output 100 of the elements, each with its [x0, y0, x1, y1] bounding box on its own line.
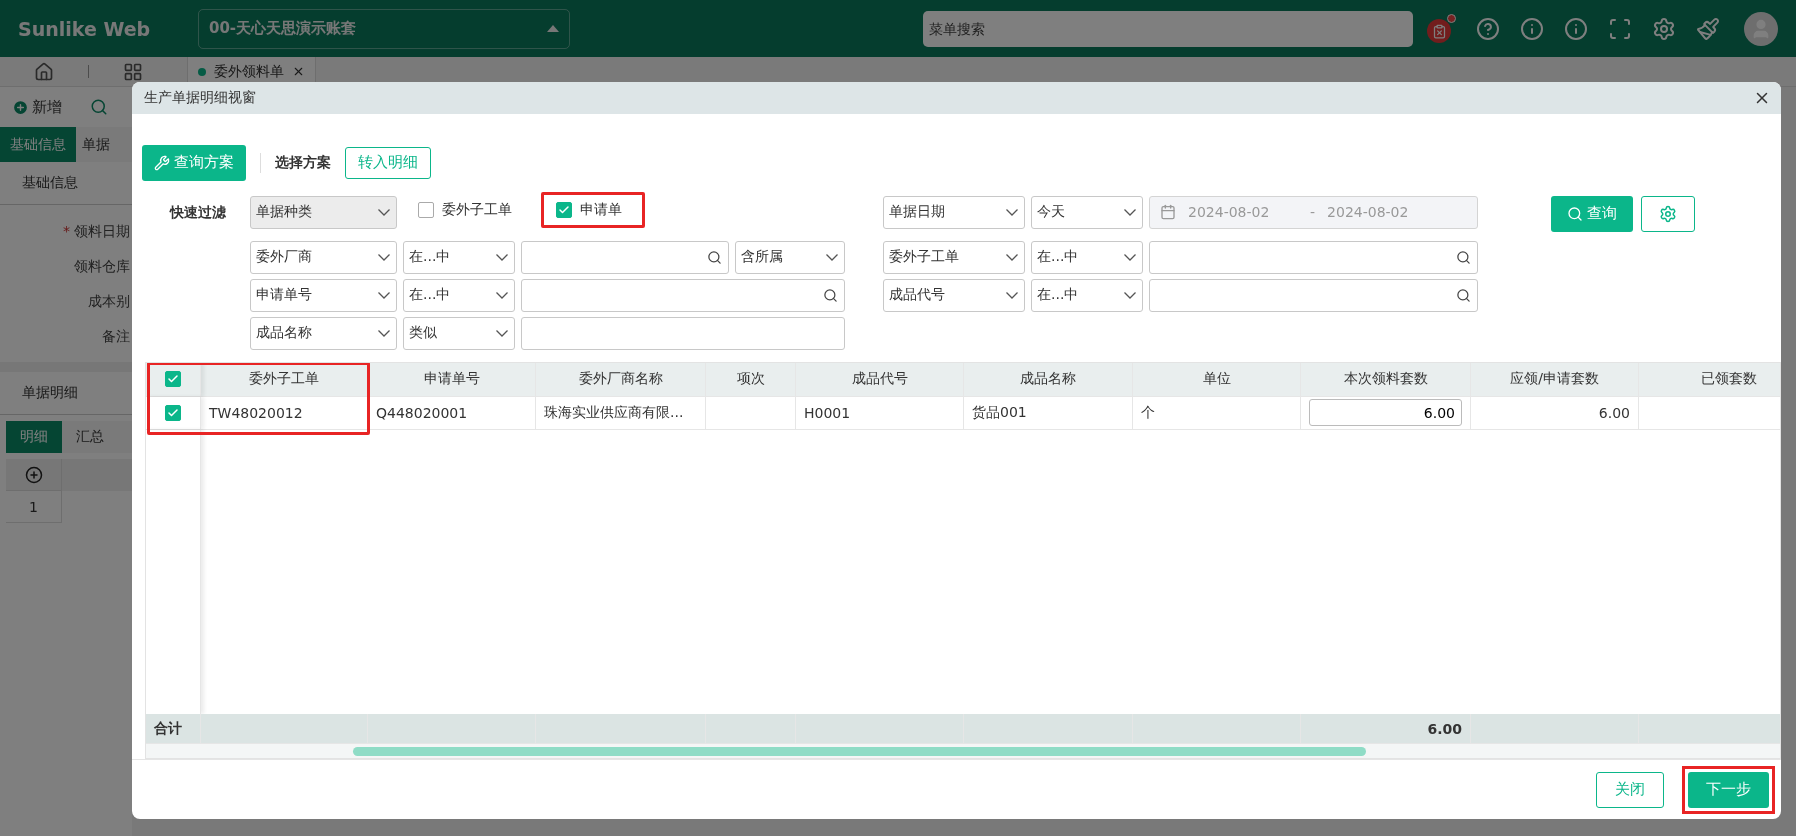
column-header[interactable]: 应领/申请套数 [1471, 362, 1639, 396]
date-to: 2024-08-02 [1327, 204, 1410, 221]
chevron-down-icon [1124, 253, 1136, 261]
search-icon [707, 249, 722, 265]
chevron-down-icon [1124, 291, 1136, 299]
check-icon [558, 203, 570, 216]
select-field[interactable]: 成品名称 [250, 316, 397, 350]
column-header[interactable]: 委外厂商名称 [536, 362, 706, 396]
row-number: 1 [6, 491, 62, 523]
filter-label: 快速过滤 [168, 202, 227, 222]
date-separator: - [1310, 204, 1316, 221]
checkbox[interactable] [165, 371, 181, 388]
select-field[interactable]: 在...中 [1031, 278, 1143, 312]
chevron-down-icon [1006, 291, 1018, 299]
search-field[interactable] [1149, 240, 1478, 274]
settings-button[interactable] [1641, 195, 1695, 232]
search-field[interactable] [521, 240, 729, 274]
scrollbar-thumb[interactable] [353, 746, 1366, 756]
scheme-label: 选择方案 [275, 153, 331, 172]
search-icon [823, 287, 838, 303]
info-icon[interactable] [1520, 16, 1544, 41]
column-header[interactable]: 成品代号 [796, 362, 964, 396]
quantity-field[interactable]: 6.00 [1309, 399, 1462, 427]
select-field[interactable]: 在...中 [403, 240, 515, 274]
column-header[interactable]: 委外子工单 [201, 362, 368, 396]
select-field[interactable]: 委外子工单 [883, 240, 1025, 274]
search-field[interactable] [521, 278, 845, 312]
chevron-down-icon [1124, 208, 1136, 216]
search-icon [1567, 205, 1583, 222]
add-icon [12, 98, 29, 116]
table-cell: 货品001 [964, 396, 1133, 429]
search-field[interactable] [1149, 278, 1478, 312]
wrench-icon [154, 154, 170, 171]
fullscreen-icon[interactable] [1608, 16, 1632, 41]
clipboard-icon[interactable] [1427, 19, 1451, 43]
notification-dot [1447, 14, 1456, 23]
input-field[interactable] [521, 316, 845, 350]
field-label: 备注 [102, 328, 130, 346]
chevron-down-icon [378, 291, 390, 299]
select-field[interactable]: 在...中 [403, 278, 515, 312]
select-field[interactable]: 在...中 [1031, 240, 1143, 274]
add-button[interactable]: 新增 [12, 97, 62, 117]
chevron-down-icon [1006, 253, 1018, 261]
check-icon [167, 406, 179, 419]
close-icon[interactable] [292, 65, 305, 78]
total-cell: 6.00 [1301, 714, 1471, 744]
logo: Sunlike Web [18, 17, 152, 40]
add-row-icon[interactable] [24, 465, 43, 484]
status-dot-icon [198, 67, 206, 76]
select-field[interactable]: 委外厂商 [250, 240, 397, 274]
field-label: * 领料日期 [63, 223, 130, 241]
checkbox[interactable] [165, 404, 181, 421]
search-icon[interactable] [90, 98, 108, 116]
dialog-title: 生产单据明细视窗 [144, 88, 256, 107]
chevron-down-icon [378, 253, 390, 261]
chevron-down-icon [378, 208, 390, 216]
checkbox-option[interactable]: 委外子工单 [403, 191, 535, 228]
chevron-down-icon [496, 291, 508, 299]
field-label: 领料仓库 [74, 258, 130, 276]
table-cell: H0001 [796, 396, 964, 429]
select-field[interactable]: 申请单号 [250, 278, 397, 312]
search-icon [1456, 249, 1471, 265]
info-icon[interactable] [1564, 16, 1588, 41]
date-from: 2024-08-02 [1188, 204, 1271, 221]
chevron-down-icon [496, 253, 508, 261]
table-cell: 珠海实业供应商有限... [536, 396, 706, 429]
broom-icon[interactable] [1696, 16, 1720, 41]
table-cell: Q448020001 [368, 396, 536, 429]
checkbox[interactable] [418, 201, 434, 218]
column-header[interactable]: 单位 [1133, 362, 1301, 396]
help-icon[interactable] [1476, 16, 1500, 41]
home-icon[interactable] [34, 61, 54, 82]
chevron-down-icon [826, 253, 838, 261]
select-field[interactable]: 成品代号 [883, 278, 1025, 312]
grid-icon[interactable] [123, 61, 143, 82]
tab[interactable]: 汇总 [62, 421, 118, 453]
column-header[interactable]: 成品名称 [964, 362, 1133, 396]
chevron-down-icon [1006, 208, 1018, 216]
search-icon [1456, 287, 1471, 303]
caret-icon [547, 25, 559, 32]
chevron-down-icon [378, 329, 390, 337]
tab[interactable]: 单据 [76, 127, 116, 162]
column-header[interactable]: 申请单号 [368, 362, 536, 396]
column-header[interactable]: 本次领料套数 [1301, 362, 1471, 396]
field-label: 成本别 [88, 293, 130, 311]
settings-icon [1659, 204, 1677, 223]
select-field[interactable]: 单据日期 [883, 195, 1025, 229]
column-header[interactable]: 项次 [706, 362, 796, 396]
select-field[interactable]: 类似 [403, 316, 515, 350]
checkbox-option[interactable]: 申请单 [541, 191, 645, 228]
settings-icon[interactable] [1652, 16, 1676, 41]
avatar-icon[interactable] [1744, 11, 1778, 46]
table-cell: 6.00 [1471, 396, 1639, 429]
select-field[interactable]: 含所属 [735, 240, 845, 274]
table-cell: 个 [1133, 396, 1301, 429]
checkbox[interactable] [556, 201, 572, 218]
totals-label: 合计 [146, 714, 201, 744]
select-field[interactable]: 今天 [1031, 195, 1143, 229]
column-header[interactable]: 已领套数 [1639, 362, 1780, 396]
menu-search-field[interactable]: 菜单搜索 [923, 10, 1413, 47]
